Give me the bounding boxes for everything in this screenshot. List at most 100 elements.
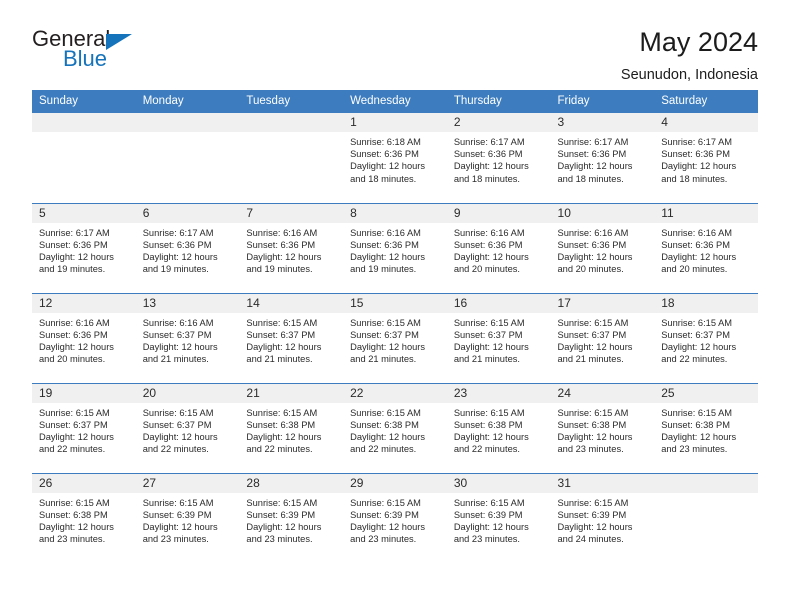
day-number: 15	[343, 293, 447, 313]
sunset-text: Sunset: 6:37 PM	[661, 329, 730, 340]
daylight-text-line2: and 21 minutes.	[246, 354, 313, 365]
daylight-text-line2: and 21 minutes.	[142, 354, 209, 365]
calendar-day-cell[interactable]: 2 Sunrise: 6:17 AM Sunset: 6:36 PM Daylight…	[446, 113, 551, 203]
sunset-text: Sunset: 6:36 PM	[557, 149, 627, 160]
calendar-day-cell[interactable]: 10 Sunrise: 6:16 AM Sunset: 6:36 PM Dayligh…	[550, 202, 655, 293]
calendar-day-cell[interactable]: 16 Sunrise: 6:15 AM Sunset: 6:37 PM Dayligh…	[446, 292, 551, 383]
sunrise-text: Sunrise: 6:16 AM	[39, 317, 110, 328]
calendar-day-cell[interactable]: 5 Sunrise: 6:17 AM Sunset: 6:36 PM Daylight…	[32, 202, 136, 293]
calendar-day-cell[interactable]: 21 Sunrise: 6:15 AM Sunset: 6:38 PM Dayligh…	[239, 382, 344, 473]
day-number: 17	[550, 293, 655, 313]
daylight-text-line2: and 21 minutes.	[350, 354, 417, 365]
calendar-day-cell[interactable]: 27 Sunrise: 6:15 AM Sunset: 6:39 PM Dayligh…	[135, 472, 240, 563]
sunset-text: Sunset: 6:36 PM	[246, 239, 316, 250]
day-details: Sunrise: 6:17 AM Sunset: 6:36 PM Daylight:…	[32, 223, 136, 276]
day-details: Sunrise: 6:15 AM Sunset: 6:37 PM Daylight:…	[136, 403, 240, 456]
sunrise-text: Sunrise: 6:17 AM	[453, 137, 525, 147]
daylight-text-line1: Daylight: 12 hours	[142, 521, 218, 532]
calendar-day-cell[interactable]: 14 Sunrise: 6:15 AM Sunset: 6:37 PM Dayligh…	[239, 292, 344, 383]
day-number: 3	[550, 113, 655, 132]
sunset-text: Sunset: 6:39 PM	[557, 509, 627, 520]
daylight-text-line1: Daylight: 12 hours	[557, 161, 633, 172]
day-number: 20	[135, 383, 240, 403]
daylight-text-line2: and 22 minutes.	[142, 444, 209, 455]
calendar-day-cell[interactable]: 30 Sunrise: 6:15 AM Sunset: 6:39 PM Dayligh…	[446, 472, 551, 563]
calendar-day-cell[interactable]: 6 Sunrise: 6:17 AM Sunset: 6:36 PM Daylight…	[135, 202, 240, 293]
sunrise-text: Sunrise: 6:15 AM	[453, 497, 525, 508]
sunrise-text: Sunrise: 6:15 AM	[350, 497, 421, 508]
daylight-text-line2: and 21 minutes.	[557, 354, 624, 365]
daylight-text-line2: and 19 minutes.	[142, 264, 209, 275]
daylight-text-line1: Daylight: 12 hours	[350, 251, 426, 262]
day-details: Sunrise: 6:15 AM Sunset: 6:38 PM Daylight:…	[32, 493, 136, 546]
calendar-day-cell[interactable]: 25 Sunrise: 6:15 AM Sunset: 6:38 PM Dayligh…	[654, 382, 758, 473]
sunset-text: Sunset: 6:37 PM	[142, 419, 212, 430]
sunset-text: Sunset: 6:39 PM	[246, 509, 316, 520]
calendar-day-cell[interactable]: 11 Sunrise: 6:16 AM Sunset: 6:36 PM Dayligh…	[654, 202, 758, 293]
day-details: Sunrise: 6:15 AM Sunset: 6:38 PM Daylight:…	[343, 403, 447, 456]
calendar-day-cell[interactable]: 15 Sunrise: 6:15 AM Sunset: 6:37 PM Dayligh…	[343, 292, 447, 383]
daylight-text-line2: and 20 minutes.	[453, 264, 520, 275]
daylight-text-line1: Daylight: 12 hours	[557, 521, 633, 532]
calendar-day-cell[interactable]: 31 Sunrise: 6:15 AM Sunset: 6:39 PM Dayligh…	[550, 472, 655, 563]
day-number: 1	[343, 113, 447, 132]
triangle-icon	[106, 34, 132, 50]
day-number	[135, 113, 240, 132]
calendar-day-cell[interactable]: 9 Sunrise: 6:16 AM Sunset: 6:36 PM Daylight…	[446, 202, 551, 293]
daylight-text-line2: and 18 minutes.	[557, 173, 624, 184]
sunrise-text: Sunrise: 6:16 AM	[557, 227, 629, 238]
calendar-day-cell[interactable]: 29 Sunrise: 6:15 AM Sunset: 6:39 PM Dayligh…	[343, 472, 447, 563]
generalblue-logo[interactable]: General Blue	[32, 28, 152, 76]
calendar-day-cell[interactable]: 8 Sunrise: 6:16 AM Sunset: 6:36 PM Daylight…	[343, 202, 447, 293]
calendar-day-cell[interactable]: 23 Sunrise: 6:15 AM Sunset: 6:38 PM Dayligh…	[446, 382, 551, 473]
day-number: 6	[135, 203, 240, 223]
sunrise-text: Sunrise: 6:15 AM	[39, 497, 110, 508]
weekday-header-monday: Monday	[135, 90, 240, 113]
day-number: 2	[446, 113, 551, 132]
day-number: 9	[446, 203, 551, 223]
sunset-text: Sunset: 6:39 PM	[142, 509, 212, 520]
daylight-text-line1: Daylight: 12 hours	[453, 521, 529, 532]
calendar-day-cell[interactable]: 17 Sunrise: 6:15 AM Sunset: 6:37 PM Dayligh…	[550, 292, 655, 383]
daylight-text-line2: and 22 minutes.	[39, 444, 106, 455]
sunrise-text: Sunrise: 6:18 AM	[350, 137, 421, 147]
sunset-text: Sunset: 6:36 PM	[661, 149, 730, 160]
daylight-text-line2: and 23 minutes.	[661, 444, 728, 455]
sunrise-text: Sunrise: 6:17 AM	[557, 137, 629, 147]
calendar-day-cell[interactable]: 7 Sunrise: 6:16 AM Sunset: 6:36 PM Daylight…	[239, 202, 344, 293]
calendar-day-cell[interactable]: 13 Sunrise: 6:16 AM Sunset: 6:37 PM Dayligh…	[135, 292, 240, 383]
calendar-day-cell[interactable]: 19 Sunrise: 6:15 AM Sunset: 6:37 PM Dayligh…	[32, 382, 136, 473]
sunrise-text: Sunrise: 6:15 AM	[39, 407, 110, 418]
sunset-text: Sunset: 6:36 PM	[661, 239, 730, 250]
day-number: 13	[135, 293, 240, 313]
calendar-day-cell[interactable]: 12 Sunrise: 6:16 AM Sunset: 6:36 PM Dayligh…	[32, 292, 136, 383]
day-details: Sunrise: 6:15 AM Sunset: 6:37 PM Daylight:…	[447, 313, 551, 366]
calendar-week-row: 12 Sunrise: 6:16 AM Sunset: 6:36 PM Dayligh…	[32, 292, 758, 383]
calendar-day-cell[interactable]: 26 Sunrise: 6:15 AM Sunset: 6:38 PM Dayligh…	[32, 472, 136, 563]
day-number: 27	[135, 473, 240, 493]
daylight-text-line1: Daylight: 12 hours	[661, 431, 737, 442]
day-number: 5	[32, 203, 136, 223]
calendar-day-cell[interactable]: 18 Sunrise: 6:15 AM Sunset: 6:37 PM Dayligh…	[654, 292, 758, 383]
day-details: Sunrise: 6:15 AM Sunset: 6:37 PM Daylight:…	[32, 403, 136, 456]
calendar-day-cell[interactable]: 28 Sunrise: 6:15 AM Sunset: 6:39 PM Dayligh…	[239, 472, 344, 563]
calendar-day-cell[interactable]: 3 Sunrise: 6:17 AM Sunset: 6:36 PM Daylight…	[550, 113, 655, 203]
sunrise-text: Sunrise: 6:15 AM	[142, 497, 214, 508]
calendar-day-cell[interactable]: 1 Sunrise: 6:18 AM Sunset: 6:36 PM Daylight…	[343, 113, 447, 203]
day-number: 25	[654, 383, 758, 403]
logo-text-blue: Blue	[63, 46, 108, 71]
calendar-day-cell[interactable]: 4 Sunrise: 6:17 AM Sunset: 6:36 PM Daylight…	[654, 113, 758, 203]
calendar-day-cell[interactable]: 24 Sunrise: 6:15 AM Sunset: 6:38 PM Dayligh…	[550, 382, 655, 473]
daylight-text-line1: Daylight: 12 hours	[350, 341, 426, 352]
day-number: 10	[550, 203, 655, 223]
daylight-text-line2: and 23 minutes.	[246, 534, 313, 545]
sunset-text: Sunset: 6:36 PM	[39, 329, 108, 340]
day-details: Sunrise: 6:17 AM Sunset: 6:36 PM Daylight:…	[551, 132, 655, 185]
daylight-text-line2: and 21 minutes.	[453, 354, 520, 365]
calendar-day-cell[interactable]: 20 Sunrise: 6:15 AM Sunset: 6:37 PM Dayligh…	[135, 382, 240, 473]
sunrise-text: Sunrise: 6:15 AM	[453, 317, 525, 328]
daylight-text-line2: and 22 minutes.	[350, 444, 417, 455]
calendar-week-row: 26 Sunrise: 6:15 AM Sunset: 6:38 PM Dayligh…	[32, 472, 758, 563]
daylight-text-line1: Daylight: 12 hours	[246, 341, 322, 352]
calendar-day-cell[interactable]: 22 Sunrise: 6:15 AM Sunset: 6:38 PM Dayligh…	[343, 382, 447, 473]
